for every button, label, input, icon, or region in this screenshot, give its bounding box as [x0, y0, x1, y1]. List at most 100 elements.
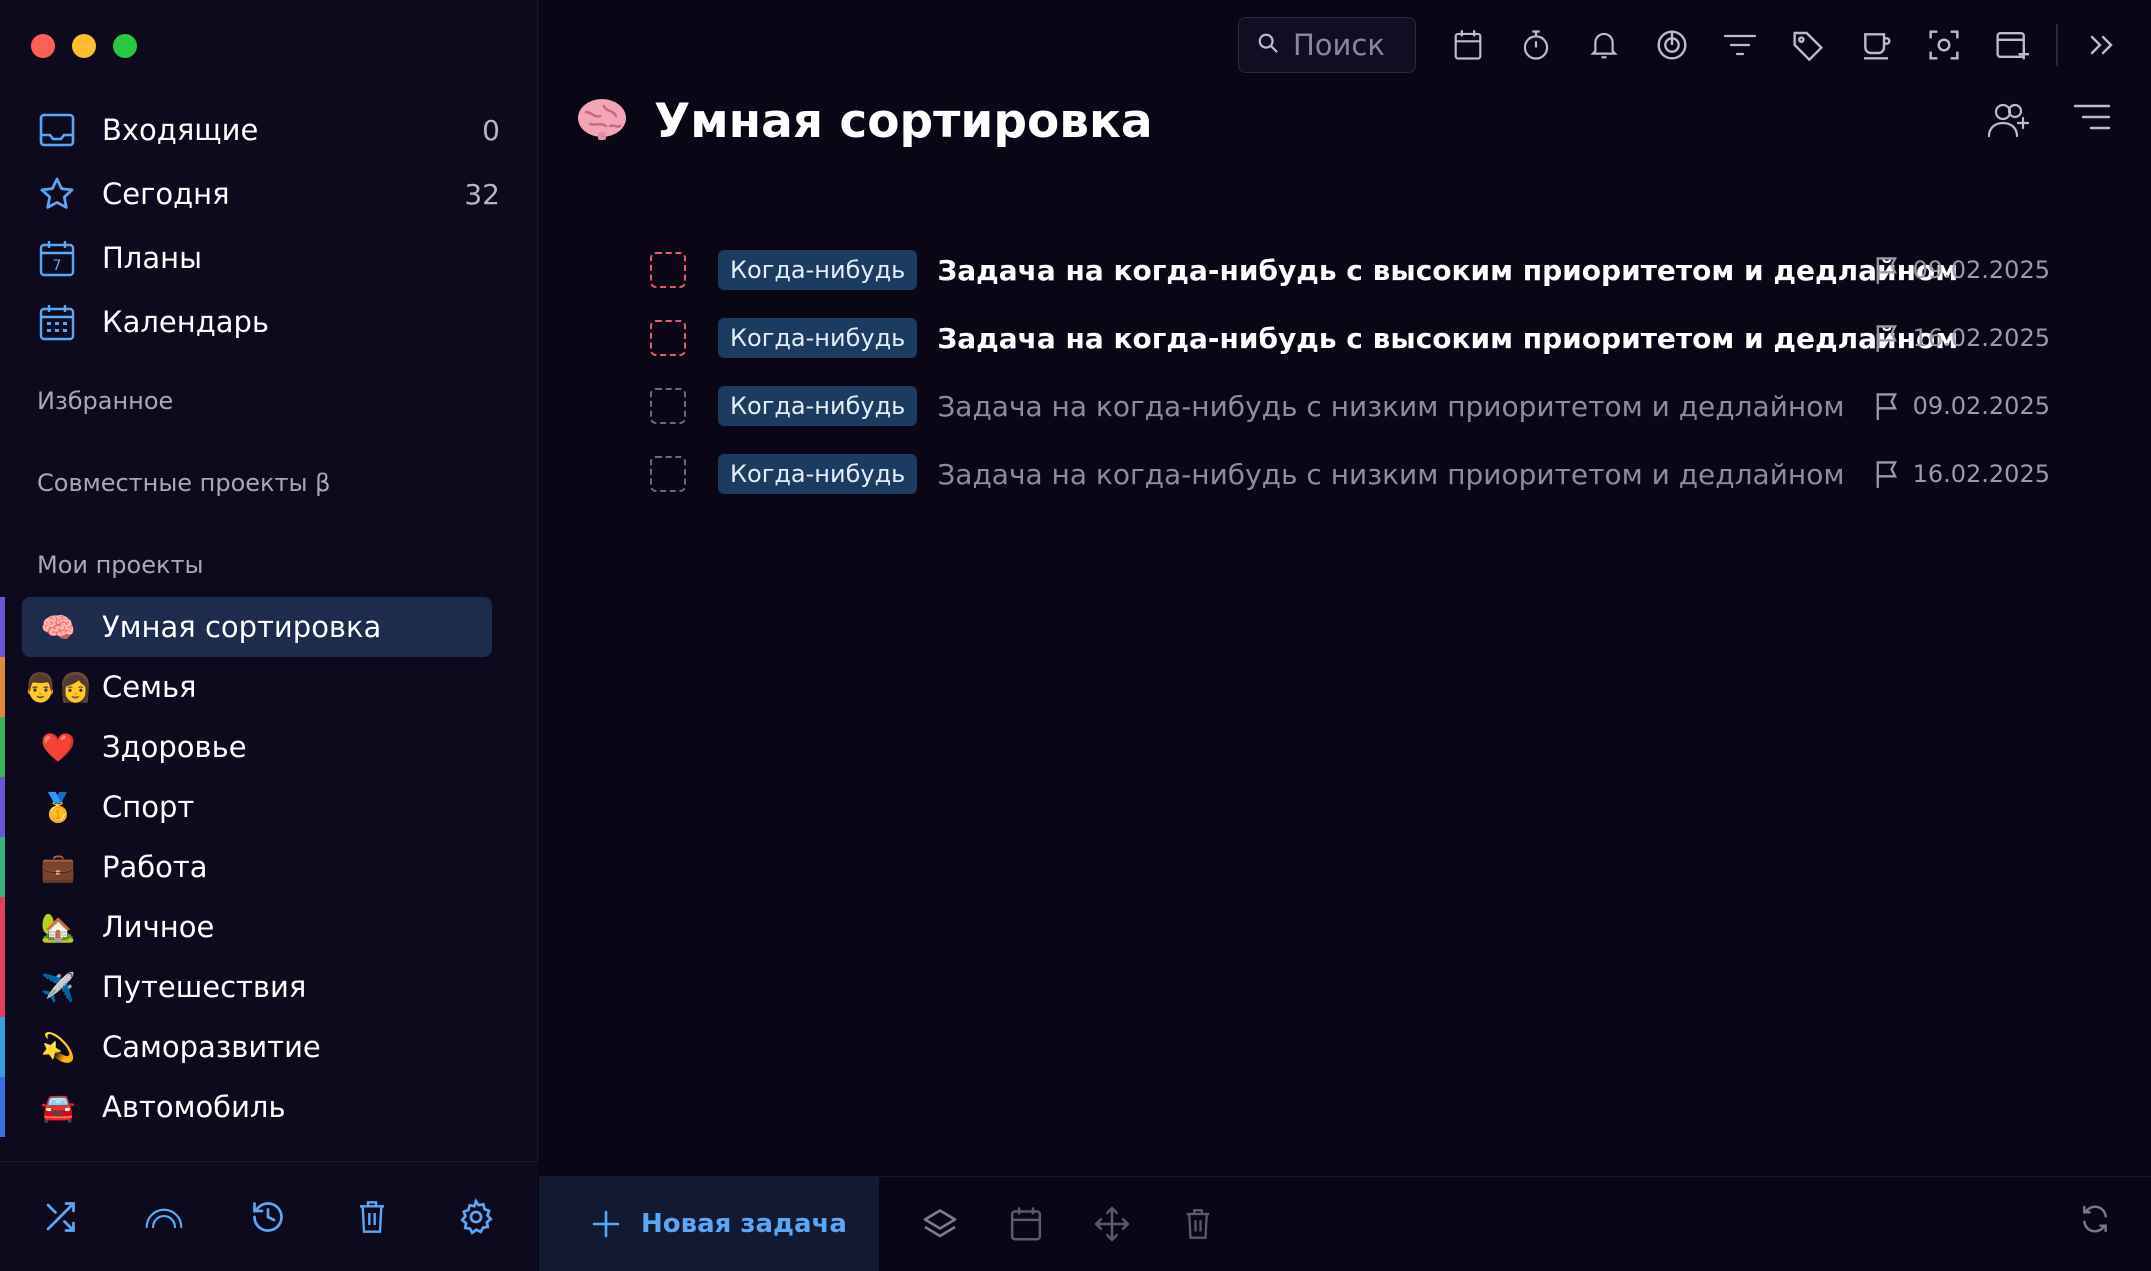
stopwatch-icon[interactable] [1502, 16, 1570, 74]
bulk-actions [919, 1203, 1219, 1245]
task-row[interactable]: Когда-нибудь Задача на когда-нибудь с ни… [650, 372, 2050, 440]
task-title[interactable]: Задача на когда-нибудь с высоким приорит… [937, 254, 1958, 287]
rainbow-icon[interactable] [144, 1197, 184, 1237]
task-title[interactable]: Задача на когда-нибудь с низким приорите… [937, 390, 1844, 423]
task-checkbox[interactable] [650, 388, 686, 424]
task-row[interactable]: Когда-нибудь Задача на когда-нибудь с ни… [650, 440, 2050, 508]
history-icon[interactable] [248, 1197, 288, 1237]
task-tag[interactable]: Когда-нибудь [718, 386, 918, 426]
task-tag[interactable]: Когда-нибудь [718, 454, 918, 494]
flag-icon [1876, 325, 1897, 352]
zoom-window-button[interactable] [113, 34, 137, 58]
top-toolbar [1238, 16, 2136, 74]
new-task-button[interactable]: Новая задача [539, 1176, 879, 1271]
svg-text:7: 7 [53, 258, 62, 274]
sidebar-project-car[interactable]: 🚘 Автомобиль [0, 1077, 538, 1137]
calendar-icon[interactable] [1005, 1203, 1047, 1245]
task-due[interactable]: 09.02.2025 [1873, 391, 2050, 421]
close-window-button[interactable] [31, 34, 55, 58]
sidebar-item-plans[interactable]: 7 Планы [38, 226, 500, 290]
task-list: Когда-нибудь Задача на когда-нибудь с вы… [650, 236, 2050, 508]
sidebar-project-travel[interactable]: ✈️ Путешествия [0, 957, 538, 1017]
sidebar-item-label: Сегодня [102, 177, 230, 211]
sidebar-project-personal[interactable]: 🏡 Личное [0, 897, 538, 957]
heart-icon: ❤️ [40, 730, 76, 764]
brain-icon: 🧠 [40, 610, 76, 644]
tag-icon[interactable] [1774, 16, 1842, 74]
project-label: Работа [102, 850, 208, 884]
cup-icon[interactable] [1842, 16, 1910, 74]
task-checkbox[interactable] [650, 320, 686, 356]
screenshot-icon[interactable] [1910, 16, 1978, 74]
layers-icon[interactable] [919, 1203, 961, 1245]
star-icon [38, 175, 76, 213]
task-due-date: 16.02.2025 [1912, 460, 2050, 488]
sidebar-project-health[interactable]: ❤️ Здоровье [0, 717, 538, 777]
project-label: Спорт [102, 790, 195, 824]
sidebar-item-inbox[interactable]: Входящие 0 [38, 98, 500, 162]
sidebar-project-smart-sort[interactable]: 🧠 Умная сортировка [0, 597, 538, 657]
sidebar-item-count: 0 [482, 113, 500, 147]
trash-icon[interactable] [352, 1197, 392, 1237]
project-color-bar [0, 597, 5, 657]
sidebar-item-label: Входящие [102, 113, 259, 147]
sort-lines-icon[interactable] [2073, 102, 2111, 142]
gear-icon[interactable] [456, 1197, 496, 1237]
project-color-bar [0, 957, 5, 1017]
task-title[interactable]: Задача на когда-нибудь с низким приорите… [937, 458, 1844, 491]
project-header: Умная сортировка [576, 94, 1153, 149]
trash-icon[interactable] [1177, 1203, 1219, 1245]
task-title[interactable]: Задача на когда-нибудь с высоким приорит… [937, 322, 1958, 355]
task-row[interactable]: Когда-нибудь Задача на когда-нибудь с вы… [650, 236, 2050, 304]
house-icon: 🏡 [40, 910, 76, 944]
task-tag[interactable]: Когда-нибудь [718, 250, 918, 290]
task-tag[interactable]: Когда-нибудь [718, 318, 918, 358]
focus-target-icon[interactable] [1638, 16, 1706, 74]
task-due-date: 09.02.2025 [1912, 256, 2050, 284]
project-color-bar [0, 717, 5, 777]
section-my-projects[interactable]: Мои проекты [37, 551, 203, 579]
section-shared-projects[interactable]: Совместные проекты β [37, 469, 330, 497]
task-row[interactable]: Когда-нибудь Задача на когда-нибудь с вы… [650, 304, 2050, 372]
move-icon[interactable] [1091, 1203, 1133, 1245]
bell-icon[interactable] [1570, 16, 1638, 74]
sidebar-item-calendar[interactable]: Календарь [38, 290, 500, 354]
section-favorites[interactable]: Избранное [37, 387, 173, 415]
new-task-label: Новая задача [641, 1209, 847, 1239]
project-color-bar [0, 1077, 5, 1137]
sidebar-nav: Входящие 0 Сегодня 32 7 Планы Календарь [38, 98, 500, 354]
shuffle-icon[interactable] [40, 1197, 80, 1237]
calendar-7-icon: 7 [38, 239, 76, 277]
minimize-window-button[interactable] [72, 34, 96, 58]
task-checkbox[interactable] [650, 252, 686, 288]
add-user-icon[interactable] [1987, 102, 2033, 142]
sidebar: Входящие 0 Сегодня 32 7 Планы Календарь … [0, 0, 538, 1271]
sidebar-item-count: 32 [464, 177, 500, 211]
refresh-icon[interactable] [2079, 1203, 2111, 1239]
medal-icon: 🥇 [40, 790, 76, 824]
project-label: Личное [102, 910, 215, 944]
task-due[interactable]: 09.02.2025 [1873, 255, 2050, 285]
project-label: Автомобиль [102, 1090, 286, 1124]
calendar-icon[interactable] [1434, 16, 1502, 74]
task-due[interactable]: 16.02.2025 [1873, 323, 2050, 353]
sidebar-project-self-development[interactable]: 💫 Саморазвитие [0, 1017, 538, 1077]
task-checkbox[interactable] [650, 456, 686, 492]
search-input[interactable] [1293, 28, 1403, 62]
task-due-date: 09.02.2025 [1912, 392, 2050, 420]
sidebar-project-sport[interactable]: 🥇 Спорт [0, 777, 538, 837]
project-color-bar [0, 657, 5, 717]
sidebar-item-today[interactable]: Сегодня 32 [38, 162, 500, 226]
sidebar-project-family[interactable]: 👨‍👩 Семья [0, 657, 538, 717]
search-box[interactable] [1238, 17, 1416, 73]
page-title: Умная сортировка [654, 94, 1153, 149]
car-icon: 🚘 [40, 1090, 76, 1124]
project-label: Здоровье [102, 730, 247, 764]
add-window-icon[interactable] [1978, 16, 2046, 74]
filter-icon[interactable] [1706, 16, 1774, 74]
main-bottom-toolbar: Новая задача [539, 1176, 2151, 1271]
task-due[interactable]: 16.02.2025 [1873, 459, 2050, 489]
double-chevron-right-icon[interactable] [2068, 16, 2136, 74]
sidebar-project-work[interactable]: 💼 Работа [0, 837, 538, 897]
project-color-bar [0, 897, 5, 957]
